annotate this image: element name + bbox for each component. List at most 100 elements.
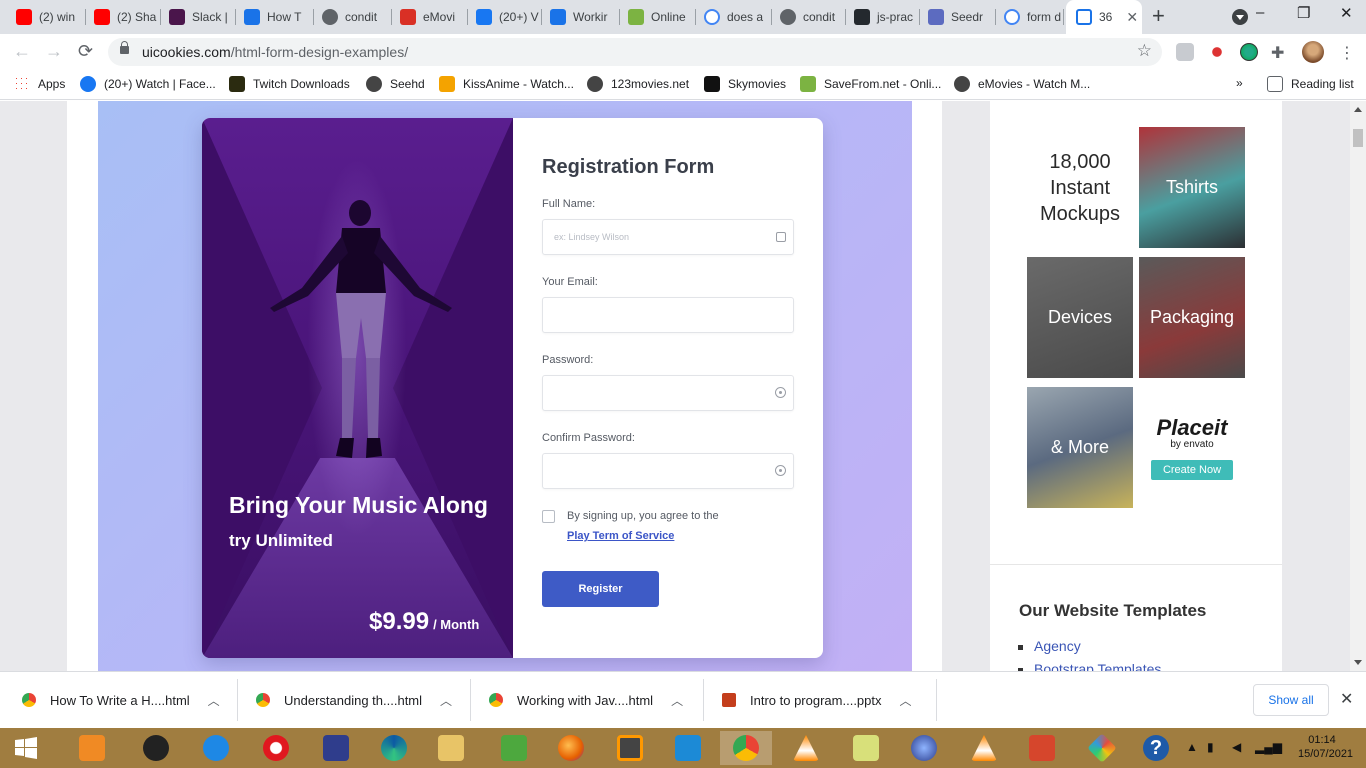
chevron-up-icon[interactable]: ︿ <box>208 692 220 709</box>
tab[interactable]: Slack | <box>161 4 236 30</box>
close-tab-icon[interactable]: ✕ <box>1126 9 1138 26</box>
taskbar-app[interactable] <box>662 731 714 765</box>
email-input[interactable] <box>542 297 794 333</box>
show-all-button[interactable]: Show all <box>1253 684 1329 716</box>
taskbar-app[interactable]: ? <box>1130 731 1182 765</box>
bookmarks-more-button[interactable]: » <box>1236 76 1243 90</box>
extension-icon[interactable] <box>1208 43 1226 61</box>
password-input[interactable] <box>542 375 794 411</box>
download-item[interactable]: Working with Jav....html ︿ <box>489 680 683 720</box>
bookmark-item[interactable]: 123movies.net <box>587 76 689 92</box>
extension-icon[interactable] <box>1240 43 1258 61</box>
tab[interactable]: How T <box>236 4 314 30</box>
terms-checkbox[interactable] <box>542 510 555 523</box>
taskbar-app[interactable] <box>840 731 892 765</box>
taskbar-app[interactable] <box>604 731 656 765</box>
address-bar[interactable]: uicookies.com/html-form-design-examples/… <box>108 38 1162 66</box>
new-tab-button[interactable]: + <box>1152 5 1165 27</box>
bookmark-item[interactable]: eMovies - Watch M... <box>954 76 1090 92</box>
show-password-icon[interactable] <box>775 465 786 476</box>
chevron-up-icon[interactable]: ︿ <box>671 692 683 709</box>
taskbar-app[interactable] <box>310 731 362 765</box>
scroll-down-arrow-icon[interactable] <box>1354 660 1362 665</box>
full-name-input[interactable]: ex: Lindsey Wilson <box>542 219 794 255</box>
taskbar-app[interactable] <box>1016 731 1068 765</box>
taskbar-app[interactable] <box>250 731 302 765</box>
page-scrollbar[interactable] <box>1350 101 1366 671</box>
chevron-up-icon[interactable]: ︿ <box>440 692 452 709</box>
templates-link[interactable]: Agency <box>1018 638 1161 661</box>
tab[interactable]: Seedr <box>920 4 996 30</box>
puzzle-icon[interactable]: ✚ <box>1271 43 1289 62</box>
tab[interactable]: (20+) V <box>468 4 542 30</box>
tab[interactable]: js-prac <box>846 4 920 30</box>
reload-button[interactable]: ⟳ <box>78 41 93 62</box>
taskbar-app[interactable] <box>190 731 242 765</box>
bookmark-item[interactable]: Seehd <box>366 76 425 92</box>
extension-icon[interactable] <box>1176 43 1194 61</box>
network-icon[interactable]: ▂▄▆ <box>1255 740 1282 754</box>
url-text[interactable]: uicookies.com/html-form-design-examples/ <box>142 44 408 60</box>
placeit-ad[interactable]: 18,000 Instant Mockups Tshirts Devices P… <box>1027 127 1245 510</box>
bookmark-item[interactable]: KissAnime - Watch... <box>439 76 574 92</box>
taskbar-app[interactable] <box>1076 731 1128 765</box>
tab[interactable]: condit <box>772 4 846 30</box>
ad-tile-devices[interactable]: Devices <box>1027 257 1133 378</box>
create-now-button[interactable]: Create Now <box>1150 460 1234 480</box>
taskbar-app[interactable] <box>425 731 477 765</box>
taskbar-app[interactable] <box>488 731 540 765</box>
taskbar-app[interactable] <box>780 731 832 765</box>
bookmark-item[interactable]: (20+) Watch | Face... <box>80 76 216 92</box>
tab[interactable]: Online <box>620 4 696 30</box>
download-item[interactable]: How To Write a H....html ︿ <box>22 680 220 720</box>
ad-tile-tshirts[interactable]: Tshirts <box>1139 127 1245 248</box>
bookmark-star-icon[interactable]: ☆ <box>1137 41 1152 61</box>
show-hidden-icons-icon[interactable]: ▲ <box>1186 740 1198 754</box>
bookmark-item[interactable]: Twitch Downloads <box>229 76 350 92</box>
download-item[interactable]: Understanding th....html ︿ <box>256 680 452 720</box>
close-window-button[interactable]: ✕ <box>1340 4 1353 22</box>
tab[interactable]: condit <box>314 4 392 30</box>
system-clock[interactable]: 01:14 15/07/2021 <box>1298 733 1353 761</box>
tab[interactable]: Workir <box>542 4 620 30</box>
ad-tile-more[interactable]: & More <box>1027 387 1133 508</box>
tab-search-button[interactable] <box>1232 9 1248 25</box>
minimize-button[interactable]: – <box>1256 4 1264 21</box>
bookmark-item[interactable]: Apps <box>14 76 65 92</box>
lock-icon[interactable] <box>120 41 129 54</box>
scrollbar-thumb[interactable] <box>1353 129 1363 147</box>
menu-icon[interactable]: ⋮ <box>1338 43 1356 62</box>
restore-button[interactable]: ❐ <box>1297 4 1310 22</box>
terms-of-service-link[interactable]: Play Term of Service <box>567 530 674 542</box>
ad-tile-packaging[interactable]: Packaging <box>1139 257 1245 378</box>
register-button[interactable]: Register <box>542 571 659 607</box>
ad-tile-brand[interactable]: Placeit by envato Create Now <box>1139 387 1245 508</box>
tab[interactable]: (2) Sha <box>86 4 161 30</box>
taskbar-app[interactable] <box>898 731 950 765</box>
taskbar-app[interactable] <box>368 731 420 765</box>
scroll-up-arrow-icon[interactable] <box>1354 107 1362 112</box>
taskbar-app[interactable] <box>958 731 1010 765</box>
show-password-icon[interactable] <box>775 387 786 398</box>
tab[interactable]: eMovi <box>392 4 468 30</box>
taskbar-app[interactable] <box>66 731 118 765</box>
avatar[interactable] <box>1302 41 1324 63</box>
start-button[interactable] <box>0 731 52 765</box>
confirm-password-input[interactable] <box>542 453 794 489</box>
close-downloads-icon[interactable]: ✕ <box>1340 689 1353 709</box>
volume-icon[interactable]: ◀ <box>1232 740 1241 754</box>
forward-button[interactable]: → <box>45 41 63 62</box>
tab[interactable]: (2) win <box>8 4 86 30</box>
taskbar-app[interactable] <box>545 731 597 765</box>
battery-icon[interactable]: ▮ <box>1207 740 1214 754</box>
tab[interactable]: form d <box>996 4 1064 30</box>
back-button[interactable]: ← <box>13 41 31 62</box>
taskbar-app-active[interactable] <box>720 731 772 765</box>
chevron-up-icon[interactable]: ︿ <box>900 692 912 709</box>
tab-active[interactable]: 36 ✕ <box>1066 0 1142 34</box>
download-item[interactable]: Intro to program....pptx ︿ <box>722 680 912 720</box>
bookmark-item[interactable]: Skymovies <box>704 76 786 92</box>
templates-link[interactable]: Bootstrap Templates <box>1018 661 1161 671</box>
tab[interactable]: does a <box>696 4 772 30</box>
taskbar-app[interactable] <box>130 731 182 765</box>
